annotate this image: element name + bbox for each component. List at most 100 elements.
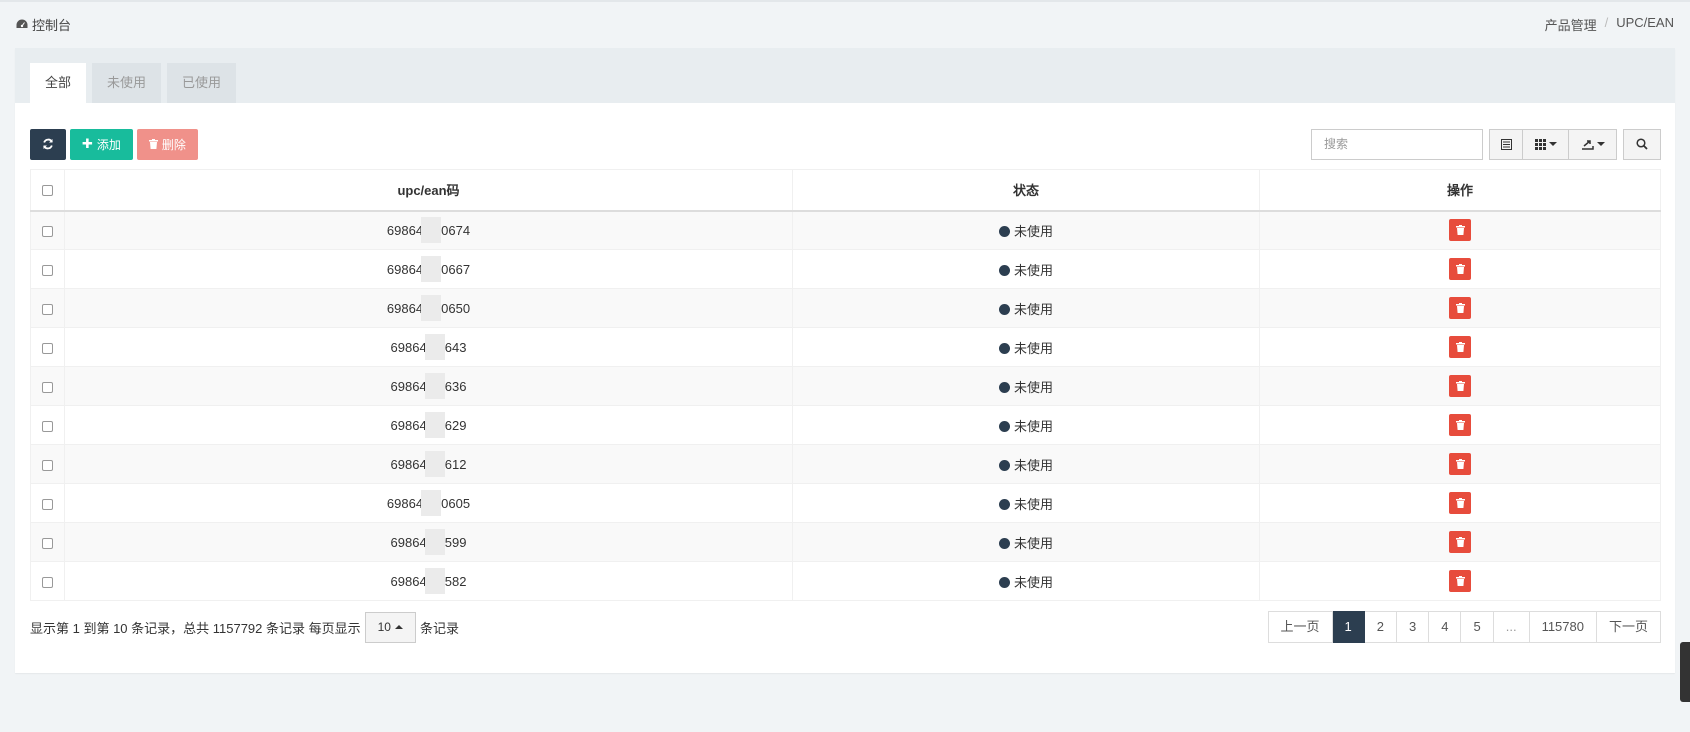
- tab-bar: 全部 未使用 已使用: [15, 48, 1675, 103]
- status-dot-icon: [998, 576, 1010, 588]
- actions-cell: [1259, 210, 1661, 250]
- row-delete-button[interactable]: [1449, 375, 1471, 397]
- code-wrap: 698641 0582: [391, 567, 466, 594]
- row-select-cell: [30, 522, 65, 562]
- page-button-1[interactable]: 1: [1332, 611, 1365, 643]
- row-delete-button[interactable]: [1449, 336, 1471, 358]
- pagination-info: 显示第 1 到第 10 条记录，总共 1157792 条记录 每页显示: [30, 620, 361, 636]
- card-view-button[interactable]: [1489, 128, 1523, 160]
- page-button-3[interactable]: 3: [1397, 611, 1430, 643]
- row-select-cell: [30, 483, 65, 523]
- page-button-4[interactable]: 4: [1429, 611, 1462, 643]
- table-row: 69864 10643 未使用: [30, 327, 1661, 367]
- add-button[interactable]: ✚ 添加: [70, 128, 133, 160]
- redaction-mask: [424, 411, 445, 438]
- code-cell: 69864 810667: [64, 249, 793, 289]
- row-delete-button[interactable]: [1449, 492, 1471, 514]
- status-cell: 未使用: [792, 366, 1260, 406]
- tab-all[interactable]: 全部: [30, 63, 87, 103]
- code-wrap: 69864 810667: [387, 255, 470, 282]
- upc-table: upc/ean码 状态 操作 69864 810674 未使用 69864 8106…: [30, 169, 1661, 601]
- page-size-select[interactable]: 10: [364, 611, 416, 643]
- actions-cell: [1259, 483, 1661, 523]
- row-delete-button[interactable]: [1449, 570, 1471, 592]
- column-header-code[interactable]: upc/ean码: [64, 169, 793, 212]
- code-wrap: 698641 10605: [387, 489, 470, 516]
- code-cell: 698641 10605: [64, 483, 793, 523]
- row-delete-button[interactable]: [1449, 414, 1471, 436]
- row-delete-button[interactable]: [1449, 297, 1471, 319]
- trash-icon: [1455, 459, 1465, 469]
- search-button[interactable]: [1623, 128, 1661, 160]
- next-page-button[interactable]: 下一页: [1596, 611, 1661, 643]
- dashboard-link[interactable]: 控制台: [16, 15, 71, 34]
- status-text: 未使用: [1013, 535, 1053, 551]
- redaction-mask: [424, 333, 445, 360]
- dashboard-icon: [16, 19, 28, 28]
- row-checkbox[interactable]: [42, 420, 53, 432]
- delete-button[interactable]: 删除: [136, 128, 198, 160]
- code-cell: 69864 10643: [64, 327, 793, 367]
- prev-page-button[interactable]: 上一页: [1267, 611, 1333, 643]
- page-button-last[interactable]: 115780: [1529, 611, 1597, 643]
- page-button-2[interactable]: 2: [1364, 611, 1398, 643]
- status-text: 未使用: [1013, 574, 1053, 590]
- status-text: 未使用: [1013, 379, 1053, 395]
- row-checkbox[interactable]: [42, 225, 53, 237]
- search-input[interactable]: 搜索: [1311, 128, 1483, 160]
- side-widget-handle[interactable]: [1680, 642, 1690, 702]
- search-icon: [1636, 138, 1648, 150]
- row-checkbox[interactable]: [42, 381, 53, 393]
- page-size-value: 10: [377, 620, 391, 634]
- status-cell: 未使用: [792, 483, 1260, 523]
- row-delete-button[interactable]: [1449, 219, 1471, 242]
- pagination-bar: 显示第 1 到第 10 条记录，总共 1157792 条记录 每页显示 10 条…: [30, 611, 1661, 643]
- delete-label: 删除: [161, 137, 186, 152]
- dashboard-label: 控制台: [32, 17, 72, 33]
- row-delete-button[interactable]: [1449, 453, 1471, 475]
- columns-toggle-button[interactable]: [1523, 128, 1569, 160]
- row-delete-button[interactable]: [1449, 258, 1471, 280]
- code-wrap: 698641 0599: [391, 528, 466, 555]
- table-row: 69864 810650 未使用: [30, 288, 1661, 328]
- select-all-checkbox[interactable]: [42, 185, 53, 197]
- tab-unused[interactable]: 未使用: [92, 63, 162, 103]
- row-checkbox[interactable]: [42, 537, 53, 549]
- breadcrumb-item-product[interactable]: 产品管理: [1545, 15, 1597, 34]
- redaction-mask: [420, 216, 441, 243]
- trash-icon: [1455, 342, 1465, 352]
- table-row: 698641 0582 未使用: [30, 561, 1661, 601]
- refresh-button[interactable]: [30, 128, 66, 160]
- actions-cell: [1259, 249, 1661, 289]
- breadcrumb-item-upcean: UPC/EAN: [1616, 14, 1674, 30]
- table-row: 69864 10636 未使用: [30, 366, 1661, 406]
- row-checkbox[interactable]: [42, 264, 53, 276]
- status-cell: 未使用: [792, 405, 1260, 445]
- row-select-cell: [30, 444, 65, 484]
- row-checkbox[interactable]: [42, 498, 53, 510]
- row-delete-button[interactable]: [1449, 531, 1471, 553]
- row-checkbox[interactable]: [42, 576, 53, 588]
- row-checkbox[interactable]: [42, 459, 53, 471]
- row-select-cell: [30, 249, 65, 289]
- select-all-cell: [30, 169, 65, 212]
- redaction-mask: [424, 528, 445, 555]
- actions-cell: [1259, 444, 1661, 484]
- status-text: 未使用: [1013, 262, 1053, 278]
- tab-used[interactable]: 已使用: [167, 63, 237, 103]
- trash-icon: [1455, 225, 1465, 236]
- chevron-down-icon: [1548, 142, 1557, 146]
- status-cell: 未使用: [792, 561, 1260, 601]
- code-cell: 698641 0599: [64, 522, 793, 562]
- export-button[interactable]: [1569, 128, 1617, 160]
- code-wrap: 69864 10629: [391, 411, 466, 438]
- row-checkbox[interactable]: [42, 342, 53, 354]
- plus-icon: ✚: [82, 136, 93, 151]
- row-select-cell: [30, 405, 65, 445]
- column-header-status[interactable]: 状态: [792, 169, 1260, 212]
- refresh-icon: [43, 138, 53, 150]
- page-button-5[interactable]: 5: [1461, 611, 1494, 643]
- redaction-mask: [424, 450, 445, 477]
- status-text: 未使用: [1013, 496, 1053, 512]
- row-checkbox[interactable]: [42, 303, 53, 315]
